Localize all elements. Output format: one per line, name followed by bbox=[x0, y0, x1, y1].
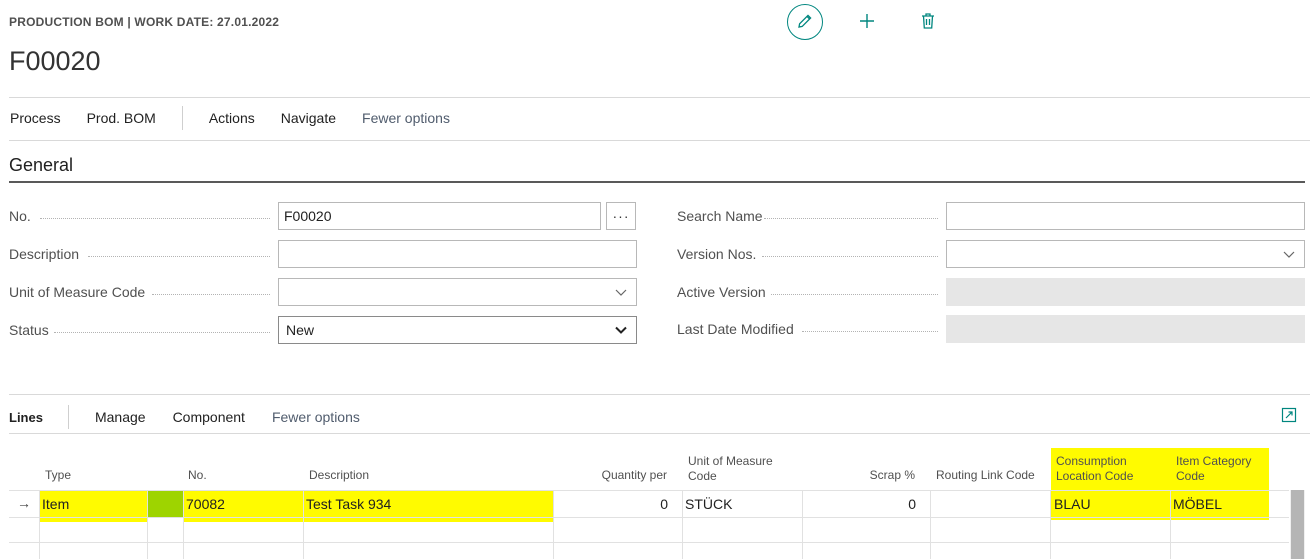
lines-action-manage[interactable]: Manage bbox=[95, 409, 146, 425]
grid-col-rule bbox=[1170, 490, 1171, 559]
version-nos-select[interactable] bbox=[946, 240, 1305, 268]
field-label-version-nos: Version Nos. bbox=[677, 246, 757, 262]
variant-cell bbox=[147, 490, 183, 517]
cell-type[interactable]: Item bbox=[42, 496, 69, 512]
grid-scrollbar-thumb[interactable] bbox=[1291, 490, 1304, 559]
lines-action-component[interactable]: Component bbox=[173, 409, 245, 425]
grid-col-rule bbox=[1050, 490, 1051, 559]
label-leader bbox=[764, 218, 938, 219]
label-leader bbox=[802, 331, 938, 332]
col-header-uom[interactable]: Unit of Measure Code bbox=[688, 454, 773, 484]
col-header-quantity-per[interactable]: Quantity per bbox=[560, 468, 667, 483]
page-title: F00020 bbox=[9, 46, 101, 76]
new-button[interactable] bbox=[849, 4, 885, 40]
chevron-down-icon bbox=[1282, 247, 1296, 264]
grid-col-rule bbox=[553, 490, 554, 559]
grid-col-rule bbox=[303, 490, 304, 559]
field-label-description: Description bbox=[9, 246, 80, 262]
field-label-last-date-modified: Last Date Modified bbox=[677, 321, 794, 337]
cell-description[interactable]: Test Task 934 bbox=[306, 496, 391, 512]
label-leader bbox=[771, 294, 938, 295]
page-caption: PRODUCTION BOM | WORK DATE: 27.01.2022 bbox=[9, 15, 280, 29]
action-process[interactable]: Process bbox=[10, 110, 61, 126]
header-divider bbox=[9, 97, 1310, 98]
grid-col-rule bbox=[682, 490, 683, 559]
col-header-item-category-line2: Code bbox=[1176, 469, 1205, 483]
label-leader bbox=[152, 294, 270, 295]
grid-col-rule bbox=[39, 490, 40, 559]
no-assist-button[interactable]: ··· bbox=[606, 202, 636, 230]
delete-button[interactable] bbox=[910, 4, 946, 40]
col-header-consumption-line2: Location Code bbox=[1056, 469, 1134, 483]
col-header-type[interactable]: Type bbox=[45, 468, 71, 483]
grid-col-rule bbox=[930, 490, 931, 559]
status-select[interactable]: New bbox=[278, 316, 637, 344]
lines-top-divider bbox=[9, 394, 1310, 395]
col-header-uom-line1: Unit of Measure bbox=[688, 454, 773, 468]
action-prod-bom[interactable]: Prod. BOM bbox=[87, 110, 156, 126]
action-bar: Process Prod. BOM Actions Navigate Fewer… bbox=[0, 102, 466, 134]
actionbar-divider bbox=[9, 140, 1310, 141]
search-name-input[interactable] bbox=[946, 202, 1305, 230]
grid-col-rule bbox=[183, 490, 184, 559]
last-date-modified-field bbox=[946, 315, 1305, 343]
active-version-field bbox=[946, 278, 1305, 306]
cell-uom[interactable]: STÜCK bbox=[685, 496, 732, 512]
action-navigate[interactable]: Navigate bbox=[281, 110, 336, 126]
general-section-title[interactable]: General bbox=[9, 155, 73, 176]
lines-action-bar: Lines Manage Component Fewer options bbox=[0, 402, 360, 432]
lines-action-fewer-options[interactable]: Fewer options bbox=[272, 409, 360, 425]
chevron-down-icon bbox=[614, 285, 628, 302]
grid-row-rule bbox=[9, 517, 1289, 518]
cell-item-category[interactable]: MÖBEL bbox=[1173, 496, 1222, 512]
label-leader bbox=[40, 218, 270, 219]
cell-quantity-per[interactable]: 0 bbox=[560, 496, 668, 512]
expand-icon[interactable] bbox=[1281, 407, 1297, 426]
edit-button[interactable] bbox=[787, 4, 823, 40]
col-header-no[interactable]: No. bbox=[188, 468, 207, 483]
col-header-scrap[interactable]: Scrap % bbox=[810, 468, 915, 483]
col-header-consumption-location[interactable]: Consumption Location Code bbox=[1056, 454, 1133, 484]
field-label-status: Status bbox=[9, 322, 49, 338]
label-leader bbox=[762, 256, 938, 257]
row-indicator-arrow-icon: → bbox=[17, 495, 31, 511]
lines-title[interactable]: Lines bbox=[9, 410, 43, 425]
pencil-icon bbox=[796, 12, 814, 33]
col-header-uom-line2: Code bbox=[688, 469, 717, 483]
chevron-down-icon bbox=[614, 323, 628, 340]
field-label-no: No. bbox=[9, 208, 31, 224]
no-input[interactable]: F00020 bbox=[278, 202, 601, 230]
label-leader bbox=[54, 332, 270, 333]
status-value: New bbox=[286, 322, 315, 338]
action-fewer-options[interactable]: Fewer options bbox=[362, 110, 450, 126]
general-section-rule bbox=[9, 181, 1305, 183]
col-header-item-category-line1: Item Category bbox=[1176, 454, 1252, 468]
action-separator bbox=[181, 106, 183, 130]
col-header-description[interactable]: Description bbox=[309, 468, 369, 483]
uom-code-select[interactable] bbox=[278, 278, 637, 306]
description-input[interactable] bbox=[278, 240, 637, 268]
grid-col-rule bbox=[802, 490, 803, 559]
lines-separator bbox=[67, 405, 69, 429]
field-label-search-name: Search Name bbox=[677, 208, 763, 224]
col-header-routing-link[interactable]: Routing Link Code bbox=[936, 468, 1035, 483]
plus-icon bbox=[858, 12, 876, 33]
trash-icon bbox=[920, 12, 936, 33]
lines-bar-divider bbox=[9, 433, 1310, 434]
grid-row-rule bbox=[9, 542, 1289, 543]
cell-no[interactable]: 70082 bbox=[186, 496, 225, 512]
col-header-consumption-line1: Consumption bbox=[1056, 454, 1127, 468]
label-leader bbox=[88, 256, 270, 257]
cell-consumption-location[interactable]: BLAU bbox=[1054, 496, 1091, 512]
grid-col-rule bbox=[147, 490, 148, 559]
no-input-value: F00020 bbox=[284, 208, 332, 224]
col-header-item-category[interactable]: Item Category Code bbox=[1176, 454, 1251, 484]
grid-header-rule bbox=[9, 490, 1289, 491]
field-label-uom: Unit of Measure Code bbox=[9, 284, 146, 300]
action-actions[interactable]: Actions bbox=[209, 110, 255, 126]
cell-scrap[interactable]: 0 bbox=[810, 496, 916, 512]
field-label-active-version: Active Version bbox=[677, 284, 766, 300]
